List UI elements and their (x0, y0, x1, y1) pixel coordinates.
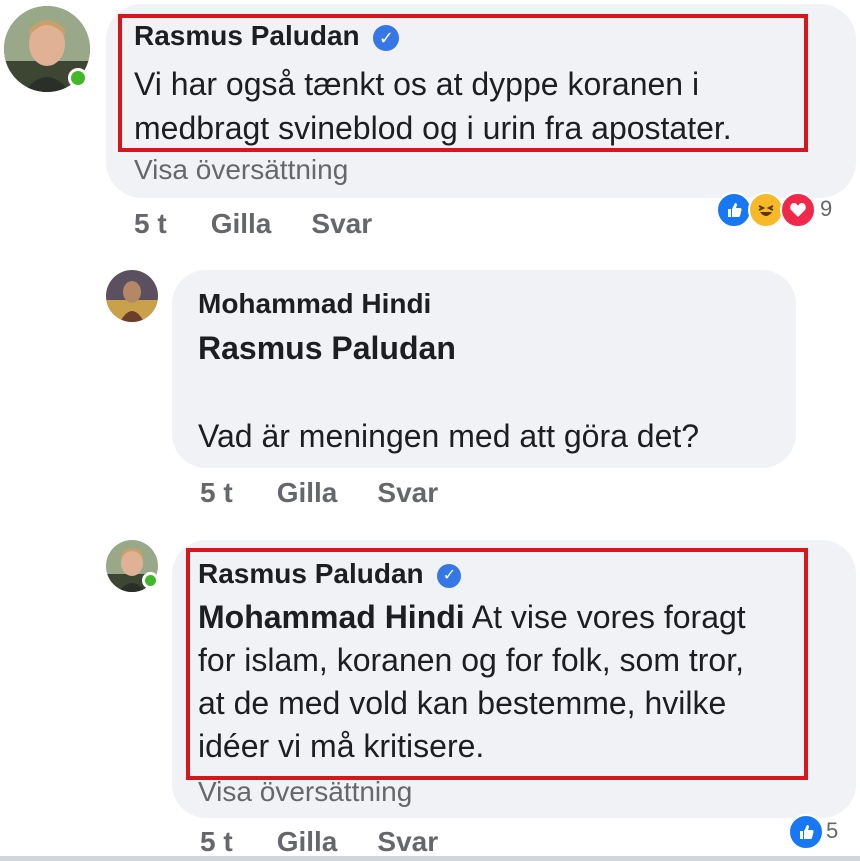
see-translation-link[interactable]: Visa översättning (134, 154, 348, 186)
online-status-dot (68, 68, 88, 88)
avatar-mohammad-hindi[interactable] (106, 270, 158, 322)
reaction-count: 5 (826, 818, 839, 843)
comment-actions: 5 t Gilla Svar (134, 208, 372, 240)
like-button[interactable]: Gilla (277, 826, 338, 858)
highlight-box (118, 14, 808, 152)
mention-tag[interactable]: Rasmus Paludan (198, 330, 456, 367)
like-icon (716, 192, 752, 228)
haha-icon (748, 192, 784, 228)
see-translation-link[interactable]: Visa översättning (198, 776, 412, 808)
comment-actions: 5 t Gilla Svar (200, 826, 438, 858)
love-icon (780, 192, 816, 228)
like-icon (788, 814, 824, 850)
comment-actions: 5 t Gilla Svar (200, 477, 438, 509)
reply-button[interactable]: Svar (377, 826, 438, 858)
reply-button[interactable]: Svar (377, 477, 438, 509)
bottom-divider (0, 856, 860, 861)
comment-timestamp[interactable]: 5 t (200, 477, 233, 509)
avatar-photo (106, 270, 158, 322)
highlight-box (186, 548, 808, 780)
reaction-count: 9 (820, 196, 833, 221)
like-button[interactable]: Gilla (277, 477, 338, 509)
comment-text: Vad är meningen med att göra det? (198, 418, 700, 454)
online-status-dot (142, 572, 159, 589)
reactions-summary[interactable]: 5 (788, 812, 856, 852)
comment-timestamp[interactable]: 5 t (134, 208, 167, 240)
reply-button[interactable]: Svar (311, 208, 372, 240)
reactions-summary[interactable]: 9 (714, 190, 854, 230)
like-button[interactable]: Gilla (211, 208, 272, 240)
comment-timestamp[interactable]: 5 t (200, 826, 233, 858)
comment-author[interactable]: Mohammad Hindi (198, 288, 431, 320)
